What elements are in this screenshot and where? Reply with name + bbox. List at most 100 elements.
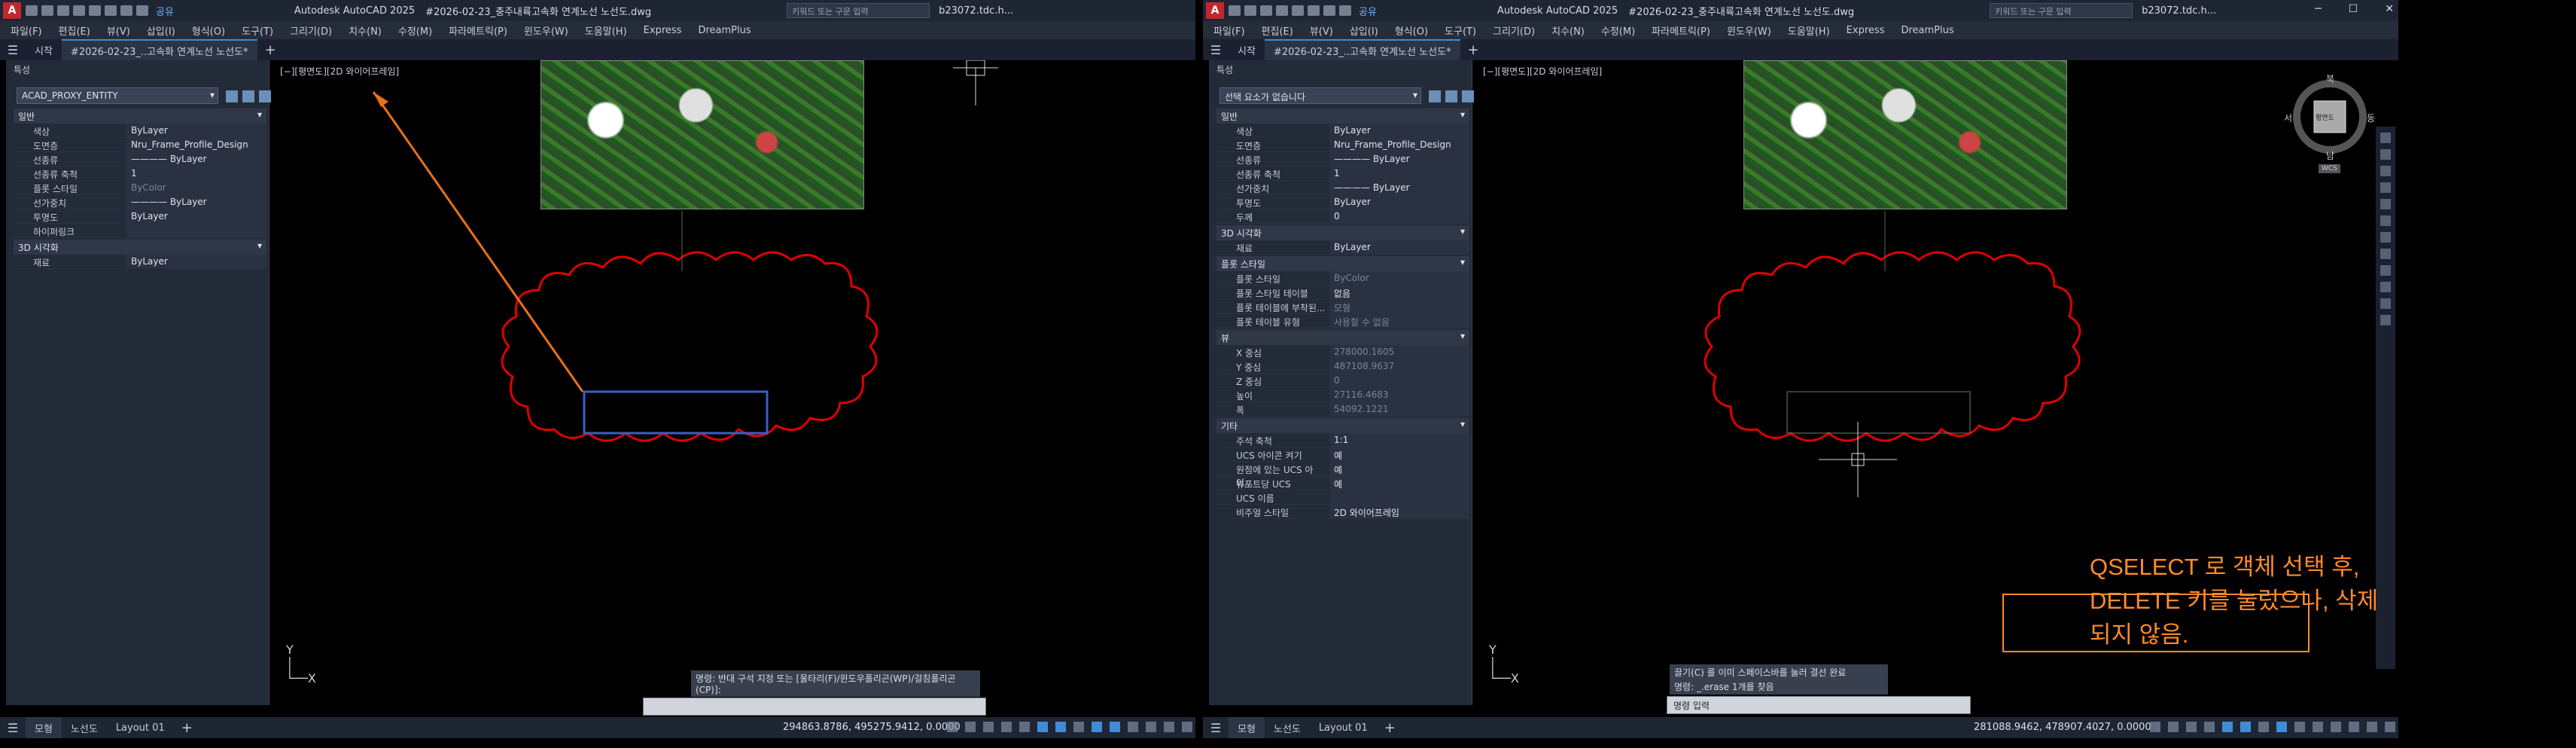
tab-route-map[interactable]: 노선도 bbox=[62, 721, 107, 735]
prop-row[interactable]: 투명도 ByLayer bbox=[14, 209, 266, 224]
prop-row[interactable]: UCS 이름 bbox=[1216, 490, 1469, 505]
prop-row[interactable]: UCS 아이콘 켜기 예 bbox=[1216, 447, 1469, 462]
menu-format[interactable]: 형식(O) bbox=[1395, 23, 1428, 38]
menu-edit[interactable]: 편집(E) bbox=[1262, 23, 1293, 38]
prop-row[interactable]: 비주얼 스타일 2D 와이어프레임 bbox=[1216, 505, 1469, 519]
viewcube-east[interactable]: 동 bbox=[2367, 111, 2375, 124]
viewcube[interactable]: 북 남 동 서 평면도 WCS bbox=[2284, 72, 2375, 173]
menu-format[interactable]: 형식(O) bbox=[192, 23, 225, 38]
new-tab-icon[interactable]: + bbox=[257, 42, 284, 58]
menu-insert[interactable]: 삽입(I) bbox=[147, 23, 175, 38]
menu-parametric[interactable]: 파라메트릭(P) bbox=[1652, 23, 1710, 38]
layout-menu-icon[interactable]: ☰ bbox=[0, 721, 26, 735]
tab-layout01[interactable]: Layout 01 bbox=[107, 722, 174, 734]
search-input[interactable]: 키워드 또는 구문 입력 bbox=[787, 3, 930, 18]
menu-dimension[interactable]: 치수(N) bbox=[349, 23, 382, 38]
menu-view[interactable]: 뷰(V) bbox=[1310, 23, 1333, 38]
menu-modify[interactable]: 수정(M) bbox=[1601, 23, 1635, 38]
prop-row[interactable]: 색상 ByLayer bbox=[14, 124, 266, 138]
menu-tools[interactable]: 도구(T) bbox=[242, 23, 273, 38]
tab-drawing[interactable]: #2026-02-23_..고속화 연계노선 노선도* bbox=[1264, 39, 1460, 60]
prop-row[interactable]: 높이 27116.4683 bbox=[1216, 388, 1469, 402]
hamburger-menu-icon[interactable]: ☰ bbox=[0, 43, 26, 57]
share-button[interactable]: 공유 bbox=[1359, 4, 1377, 18]
object-type-select[interactable]: 선택 요소가 없습니다 bbox=[1219, 87, 1421, 104]
menu-tools[interactable]: 도구(T) bbox=[1445, 23, 1476, 38]
prop-row[interactable]: 플롯 스타일 ByColor bbox=[14, 181, 266, 195]
section-general[interactable]: 일반 bbox=[1216, 108, 1469, 124]
viewcube-face[interactable]: 평면도 bbox=[2316, 112, 2334, 122]
prop-row[interactable]: 두께 0 bbox=[1216, 209, 1469, 224]
autocad-logo-icon[interactable]: A bbox=[1206, 2, 1224, 19]
prop-row[interactable]: 선가중치 ———— ByLayer bbox=[14, 195, 266, 209]
autocad-logo-icon[interactable]: A bbox=[3, 2, 21, 19]
user-account[interactable]: b23072.tdc.h... bbox=[939, 5, 1013, 17]
tab-model[interactable]: 모형 bbox=[26, 717, 62, 738]
section-3d-visual[interactable]: 3D 시각화 bbox=[1216, 225, 1469, 240]
tab-start[interactable]: 시작 bbox=[1229, 39, 1265, 60]
menu-parametric[interactable]: 파라메트릭(P) bbox=[449, 23, 507, 38]
add-layout-icon[interactable]: + bbox=[174, 720, 200, 736]
prop-row[interactable]: 색상 ByLayer bbox=[1216, 124, 1469, 138]
menu-help[interactable]: 도움말(H) bbox=[1788, 23, 1830, 38]
quick-access-toolbar[interactable] bbox=[26, 5, 148, 16]
viewcube-south[interactable]: 남 bbox=[2326, 149, 2334, 162]
menu-file[interactable]: 파일(F) bbox=[11, 23, 42, 38]
prop-row[interactable]: Z 중심 0 bbox=[1216, 374, 1469, 388]
status-toggles[interactable] bbox=[2150, 722, 2395, 732]
share-button[interactable]: 공유 bbox=[156, 4, 174, 18]
prop-row[interactable]: 선가중치 ———— ByLayer bbox=[1216, 181, 1469, 195]
prop-row[interactable]: 도면층 Nru_Frame_Profile_Design bbox=[14, 138, 266, 152]
prop-row[interactable]: 주석 축척 1:1 bbox=[1216, 433, 1469, 447]
prop-row[interactable]: 도면층 Nru_Frame_Profile_Design bbox=[1216, 138, 1469, 152]
section-misc[interactable]: 기타 bbox=[1216, 418, 1469, 433]
menu-express[interactable]: Express bbox=[644, 25, 682, 36]
user-account[interactable]: b23072.tdc.h... bbox=[2142, 5, 2216, 17]
tab-drawing[interactable]: #2026-02-23_..고속화 연계노선 노선도* bbox=[61, 39, 257, 60]
drawing-viewport[interactable]: [−][평면도][2D 와이어프레임] Y │ └──X 명령: 반대 구석 지정 … bbox=[276, 60, 1195, 716]
palette-buttons[interactable] bbox=[226, 90, 271, 102]
prop-row[interactable]: Y 중심 487108.9637 bbox=[1216, 359, 1469, 374]
prop-row[interactable]: 원점에 있는 UCS 아이... 예 bbox=[1216, 462, 1469, 488]
menu-window[interactable]: 윈도우(W) bbox=[1727, 23, 1771, 38]
close-icon[interactable]: ✕ bbox=[2385, 3, 2394, 15]
object-type-select[interactable]: ACAD_PROXY_ENTITY bbox=[17, 87, 218, 104]
menu-modify[interactable]: 수정(M) bbox=[398, 23, 432, 38]
section-view[interactable]: 뷰 bbox=[1216, 330, 1469, 345]
prop-row[interactable]: 재료 ByLayer bbox=[14, 255, 266, 269]
menu-dimension[interactable]: 치수(N) bbox=[1551, 23, 1585, 38]
menu-express[interactable]: Express bbox=[1847, 25, 1885, 36]
quick-access-toolbar[interactable] bbox=[1229, 5, 1351, 16]
prop-row[interactable]: 선종류 축척 1 bbox=[14, 166, 266, 181]
command-input[interactable]: 명령 입력 bbox=[1667, 696, 1971, 714]
new-tab-icon[interactable]: + bbox=[1460, 42, 1487, 58]
menu-window[interactable]: 윈도우(W) bbox=[524, 23, 568, 38]
prop-row[interactable]: 플롯 테이블 유형 사용할 수 없음 bbox=[1216, 314, 1469, 328]
viewcube-north[interactable]: 북 bbox=[2326, 72, 2334, 85]
menu-edit[interactable]: 편집(E) bbox=[59, 23, 90, 38]
prop-row[interactable]: 하이퍼링크 bbox=[14, 224, 266, 238]
wcs-menu[interactable]: WCS bbox=[2319, 164, 2340, 173]
menu-draw[interactable]: 그리기(D) bbox=[290, 23, 332, 38]
prop-row[interactable]: 선종류 축척 1 bbox=[1216, 166, 1469, 181]
window-controls[interactable]: ─ ☐ ✕ bbox=[2315, 3, 2394, 15]
viewcube-west[interactable]: 서 bbox=[2284, 111, 2292, 124]
prop-row[interactable]: X 중심 278000.1605 bbox=[1216, 345, 1469, 359]
tab-start[interactable]: 시작 bbox=[26, 39, 62, 60]
layout-menu-icon[interactable]: ☰ bbox=[1203, 721, 1229, 735]
menu-dreamplus[interactable]: DreamPlus bbox=[1901, 25, 1953, 36]
command-input[interactable] bbox=[643, 698, 986, 716]
status-toggles[interactable] bbox=[947, 722, 1192, 732]
prop-row[interactable]: 폭 54092.1221 bbox=[1216, 402, 1469, 417]
minimize-icon[interactable]: ─ bbox=[2315, 3, 2321, 15]
section-general[interactable]: 일반 bbox=[14, 108, 266, 124]
tab-layout01[interactable]: Layout 01 bbox=[1310, 722, 1377, 734]
menu-help[interactable]: 도움말(H) bbox=[585, 23, 627, 38]
menu-file[interactable]: 파일(F) bbox=[1213, 23, 1245, 38]
menu-insert[interactable]: 삽입(I) bbox=[1350, 23, 1378, 38]
maximize-icon[interactable]: ☐ bbox=[2349, 3, 2358, 15]
prop-row[interactable]: 플롯 스타일 ByColor bbox=[1216, 271, 1469, 285]
prop-row[interactable]: 선종류 ———— ByLayer bbox=[1216, 152, 1469, 166]
menu-dreamplus[interactable]: DreamPlus bbox=[698, 25, 751, 36]
tab-model[interactable]: 모형 bbox=[1229, 717, 1265, 738]
